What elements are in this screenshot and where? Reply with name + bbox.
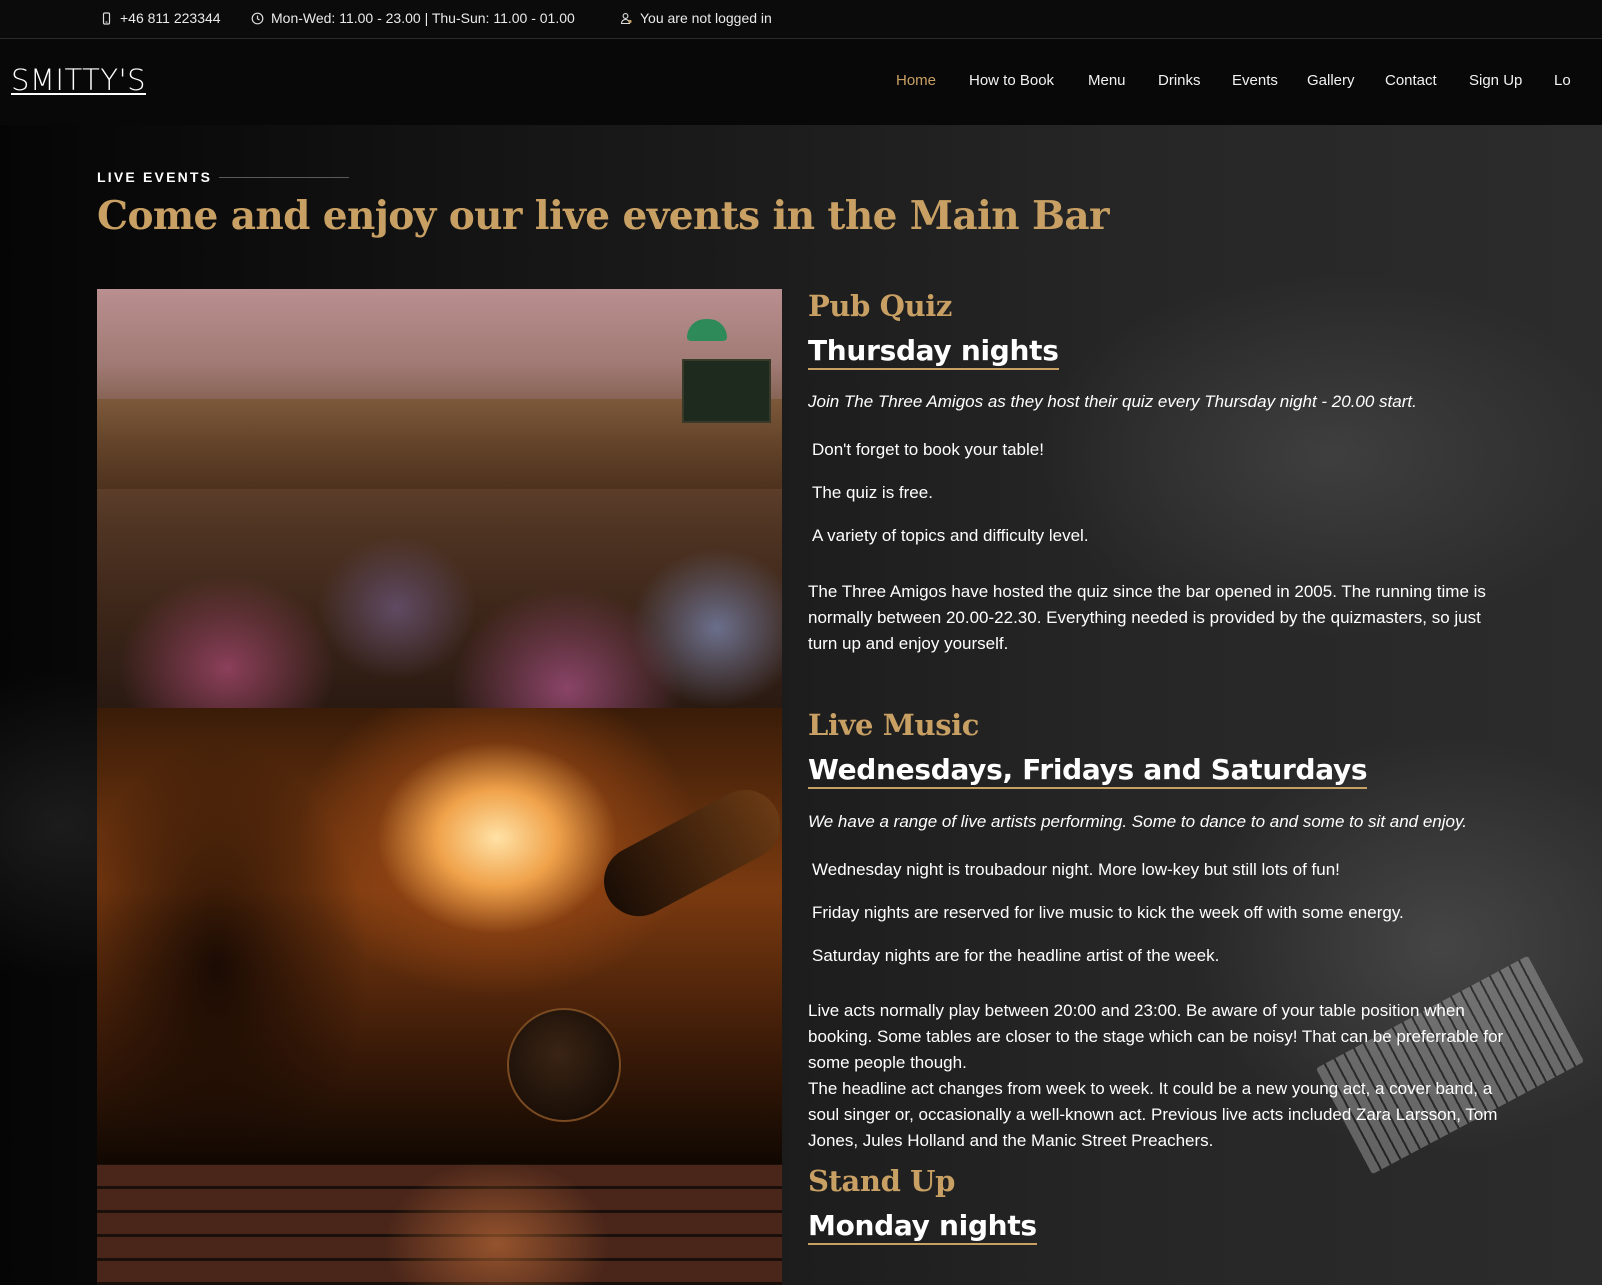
phone-number: +46 811 223344: [120, 10, 221, 26]
top-info-bar: +46 811 223344 Mon-Wed: 11.00 - 23.00 | …: [0, 0, 1602, 39]
login-status-text: You are not logged in: [640, 10, 772, 26]
section-eyebrow: LIVE EVENTS: [97, 169, 213, 185]
event-title-live-music: Live Music: [808, 708, 979, 742]
list-item: Wednesday night is troubadour night. Mor…: [812, 860, 1340, 879]
pub-shelf-decor: [97, 399, 782, 489]
nav-how-to-book[interactable]: How to Book: [969, 72, 1054, 89]
site-logo[interactable]: SMITTY'S: [11, 63, 146, 97]
lamp-decor: [687, 319, 727, 341]
nav-events[interactable]: Events: [1232, 72, 1278, 89]
nav-drinks[interactable]: Drinks: [1158, 72, 1201, 89]
hours-text: Mon-Wed: 11.00 - 23.00 | Thu-Sun: 11.00 …: [271, 10, 575, 26]
event-description-pub-quiz: The Three Amigos have hosted the quiz si…: [808, 582, 1486, 653]
event-intro-pub-quiz: Join The Three Amigos as they host their…: [808, 392, 1417, 411]
pub-quiz-photo: [97, 289, 782, 708]
drum-decor: [507, 1008, 621, 1122]
stand-up-photo: [97, 1164, 782, 1285]
section-headline: Come and enjoy our live events in the Ma…: [97, 193, 1110, 239]
nav-home[interactable]: Home: [896, 72, 936, 89]
phone-info[interactable]: +46 811 223344: [100, 10, 221, 26]
phone-icon: [102, 11, 111, 25]
list-item: Friday nights are reserved for live musi…: [812, 903, 1404, 922]
list-item: Don't forget to book your table!: [812, 440, 1044, 459]
event-title-pub-quiz: Pub Quiz: [808, 289, 952, 323]
nav-login[interactable]: Lo: [1554, 72, 1571, 89]
crowd-decor: [97, 488, 782, 708]
event-description-live-music-2: The headline act changes from week to we…: [808, 1079, 1498, 1150]
list-item: Saturday nights are for the headline art…: [812, 946, 1220, 965]
live-music-photo: [97, 708, 782, 1164]
nav-sign-up[interactable]: Sign Up: [1469, 72, 1522, 89]
event-subtitle-stand-up: Monday nights: [808, 1209, 1037, 1245]
eyebrow-divider: [219, 177, 349, 178]
login-status[interactable]: You are not logged in: [620, 10, 772, 26]
list-item: A variety of topics and difficulty level…: [812, 526, 1089, 545]
event-subtitle-live-music: Wednesdays, Fridays and Saturdays: [808, 753, 1368, 789]
opening-hours: Mon-Wed: 11.00 - 23.00 | Thu-Sun: 11.00 …: [251, 10, 575, 26]
clock-icon: [251, 12, 264, 24]
event-subtitle-pub-quiz: Thursday nights: [808, 334, 1059, 370]
nav-gallery[interactable]: Gallery: [1307, 72, 1355, 89]
main-navbar: SMITTY'S Home How to Book Menu Drinks Ev…: [0, 39, 1602, 125]
user-icon: [620, 12, 632, 24]
chalkboard-decor: [682, 359, 771, 423]
event-description-live-music: Live acts normally play between 20:00 an…: [808, 1001, 1504, 1072]
event-intro-live-music: We have a range of live artists performi…: [808, 812, 1467, 831]
nav-contact[interactable]: Contact: [1385, 72, 1437, 89]
trumpet-decor: [591, 777, 782, 929]
list-item: The quiz is free.: [812, 483, 933, 502]
event-title-stand-up: Stand Up: [808, 1164, 955, 1198]
musician-silhouette: [97, 708, 397, 1164]
nav-menu[interactable]: Menu: [1088, 72, 1126, 89]
